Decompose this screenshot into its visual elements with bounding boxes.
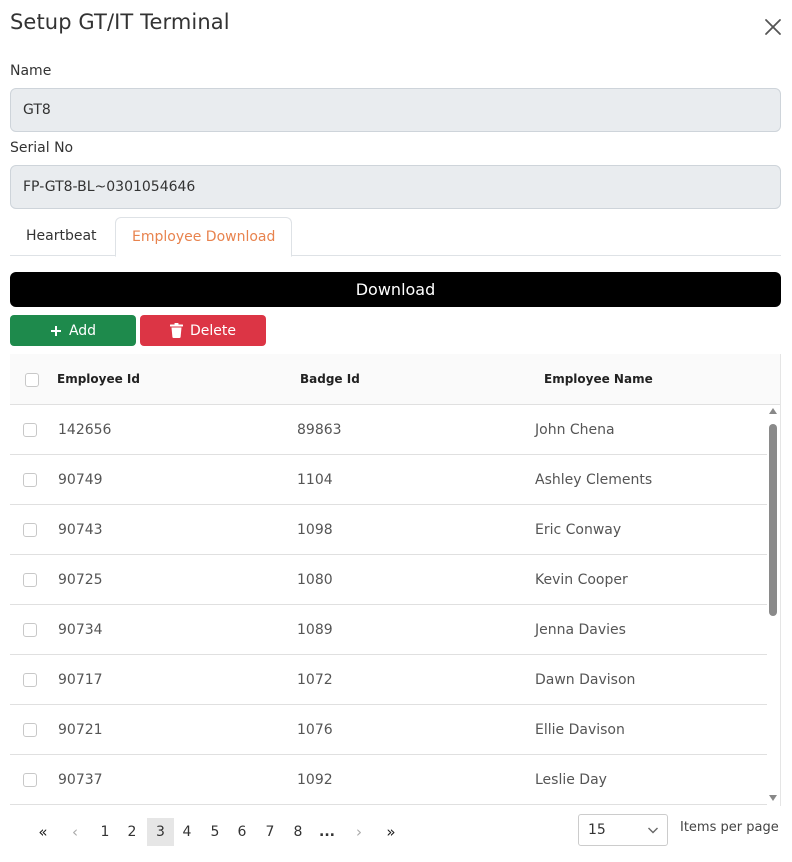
table-row[interactable]: 90737 1092 Leslie Day xyxy=(10,755,767,805)
page-button-5[interactable]: 5 xyxy=(202,818,228,846)
cell-badge-id: 1076 xyxy=(297,722,333,738)
name-label: Name xyxy=(10,63,52,79)
cell-employee-id: 90743 xyxy=(58,522,103,538)
page-size-select[interactable]: 15 xyxy=(578,814,668,846)
row-checkbox[interactable] xyxy=(23,723,37,737)
delete-button-label: Delete xyxy=(190,322,236,339)
add-button-label: Add xyxy=(68,322,97,339)
page-button-7[interactable]: 7 xyxy=(257,818,283,846)
next-page-button[interactable]: › xyxy=(349,818,369,846)
grid-body[interactable]: 142656 89863 John Chena 90749 1104 Ashle… xyxy=(10,405,767,806)
delete-button[interactable]: Delete xyxy=(140,315,266,346)
page-size-value: 15 xyxy=(588,822,606,838)
scroll-up-arrow-icon[interactable] xyxy=(769,408,777,414)
cell-badge-id: 1089 xyxy=(297,622,333,638)
name-field[interactable]: GT8 xyxy=(10,88,781,132)
select-all-checkbox[interactable] xyxy=(25,373,39,387)
tab-bar: Heartbeat Employee Download xyxy=(10,217,781,257)
cell-employee-id: 90734 xyxy=(58,622,103,638)
cell-employee-name: Kevin Cooper xyxy=(535,572,628,588)
cell-employee-name: Leslie Day xyxy=(535,772,607,788)
cell-employee-name: Dawn Davison xyxy=(535,672,636,688)
cell-employee-name: Jenna Davies xyxy=(535,622,626,638)
row-checkbox[interactable] xyxy=(23,423,37,437)
cell-employee-id: 90725 xyxy=(58,572,103,588)
scroll-down-arrow-icon[interactable] xyxy=(769,795,777,801)
cell-employee-id: 90737 xyxy=(58,772,103,788)
row-checkbox[interactable] xyxy=(23,773,37,787)
cell-employee-name: John Chena xyxy=(535,422,615,438)
table-row[interactable]: 90721 1076 Ellie Davison xyxy=(10,705,767,755)
row-checkbox[interactable] xyxy=(23,573,37,587)
row-checkbox[interactable] xyxy=(23,523,37,537)
vertical-scrollbar[interactable] xyxy=(767,405,780,806)
more-pages-ellipsis[interactable]: ... xyxy=(313,818,341,846)
trash-icon xyxy=(170,323,183,338)
cell-employee-id: 142656 xyxy=(58,422,112,438)
table-row[interactable]: 90734 1089 Jenna Davies xyxy=(10,605,767,655)
tab-heartbeat[interactable]: Heartbeat xyxy=(10,217,113,256)
close-button[interactable] xyxy=(760,14,786,40)
column-header-employee-id[interactable]: Employee Id xyxy=(57,354,140,405)
row-checkbox[interactable] xyxy=(23,473,37,487)
page-button-1[interactable]: 1 xyxy=(92,818,118,846)
page-button-4[interactable]: 4 xyxy=(174,818,200,846)
tab-employee-download[interactable]: Employee Download xyxy=(115,217,293,257)
cell-employee-id: 90749 xyxy=(58,472,103,488)
table-row[interactable]: 90743 1098 Eric Conway xyxy=(10,505,767,555)
cell-employee-name: Eric Conway xyxy=(535,522,622,538)
row-checkbox[interactable] xyxy=(23,623,37,637)
last-page-button[interactable]: » xyxy=(380,818,402,846)
plus-icon xyxy=(50,325,61,336)
page-button-8[interactable]: 8 xyxy=(285,818,311,846)
cell-badge-id: 1080 xyxy=(297,572,333,588)
cell-employee-id: 90717 xyxy=(58,672,103,688)
first-page-button[interactable]: « xyxy=(32,818,54,846)
table-row[interactable]: 90717 1072 Dawn Davison xyxy=(10,655,767,705)
previous-page-button[interactable]: ‹ xyxy=(65,818,85,846)
page-button-3-current[interactable]: 3 xyxy=(147,818,174,846)
close-icon xyxy=(765,19,781,35)
table-row[interactable]: 90749 1104 Ashley Clements xyxy=(10,455,767,505)
cell-employee-id: 90721 xyxy=(58,722,103,738)
column-header-badge-id[interactable]: Badge Id xyxy=(300,354,360,405)
page-button-6[interactable]: 6 xyxy=(229,818,255,846)
cell-badge-id: 89863 xyxy=(297,422,342,438)
row-checkbox[interactable] xyxy=(23,673,37,687)
add-button[interactable]: Add xyxy=(10,315,136,346)
chevron-down-icon xyxy=(648,827,658,834)
cell-badge-id: 1072 xyxy=(297,672,333,688)
cell-badge-id: 1098 xyxy=(297,522,333,538)
column-header-employee-name[interactable]: Employee Name xyxy=(544,354,653,405)
cell-employee-name: Ashley Clements xyxy=(535,472,653,488)
table-row[interactable]: 90725 1080 Kevin Cooper xyxy=(10,555,767,605)
download-button[interactable]: Download xyxy=(10,272,781,307)
pagination: « ‹ 1 2 3 4 5 6 7 8 ... › » 15 Items per… xyxy=(10,806,781,856)
serial-no-field[interactable]: FP-GT8-BL~0301054646 xyxy=(10,165,781,209)
cell-employee-name: Ellie Davison xyxy=(535,722,625,738)
table-row[interactable]: 142656 89863 John Chena xyxy=(10,405,767,455)
cell-badge-id: 1092 xyxy=(297,772,333,788)
grid-header: Employee Id Badge Id Employee Name xyxy=(10,354,780,405)
serial-no-label: Serial No xyxy=(10,140,74,156)
scrollbar-thumb[interactable] xyxy=(769,424,777,616)
items-per-page-label: Items per page xyxy=(680,820,779,835)
page-button-2[interactable]: 2 xyxy=(119,818,145,846)
dialog-title: Setup GT/IT Terminal xyxy=(10,10,230,34)
employee-grid: Employee Id Badge Id Employee Name 14265… xyxy=(10,354,781,806)
cell-badge-id: 1104 xyxy=(297,472,333,488)
